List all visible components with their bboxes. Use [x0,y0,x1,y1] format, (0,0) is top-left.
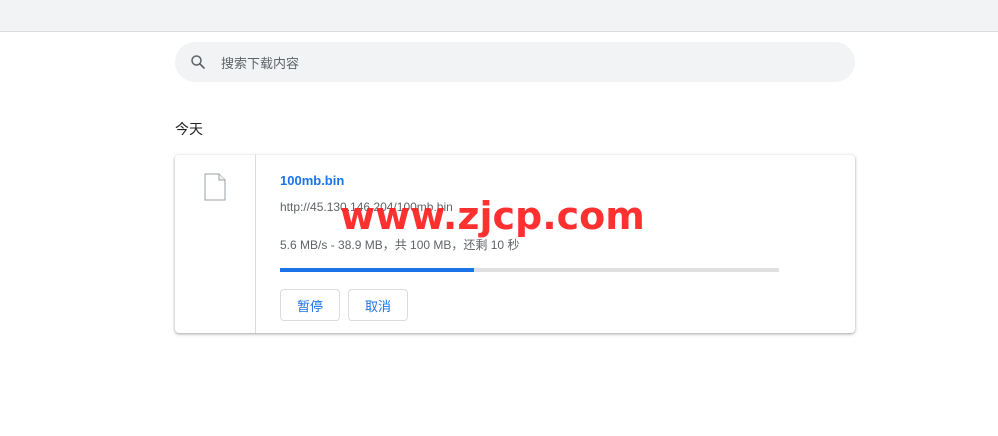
search-input[interactable] [219,42,823,84]
progress-bar [280,268,779,272]
file-name-link[interactable]: 100mb.bin [280,173,344,188]
cancel-button[interactable]: 取消 [348,289,408,321]
search-icon [191,55,205,69]
date-section-title: 今天 [175,121,203,137]
file-icon [204,173,226,201]
watermark-text: www.zjcp.com [340,194,645,238]
pause-button[interactable]: 暂停 [280,289,340,321]
search-box[interactable] [175,42,855,84]
download-details: 100mb.bin http://45.130.146.204/100mb.bi… [280,155,820,333]
file-icon-column [175,155,256,333]
toolbar [0,0,998,32]
progress-bar-fill [280,268,475,272]
download-status: 5.6 MB/s - 38.9 MB，共 100 MB，还剩 10 秒 [280,238,520,252]
download-item-card: 100mb.bin http://45.130.146.204/100mb.bi… [175,155,855,333]
